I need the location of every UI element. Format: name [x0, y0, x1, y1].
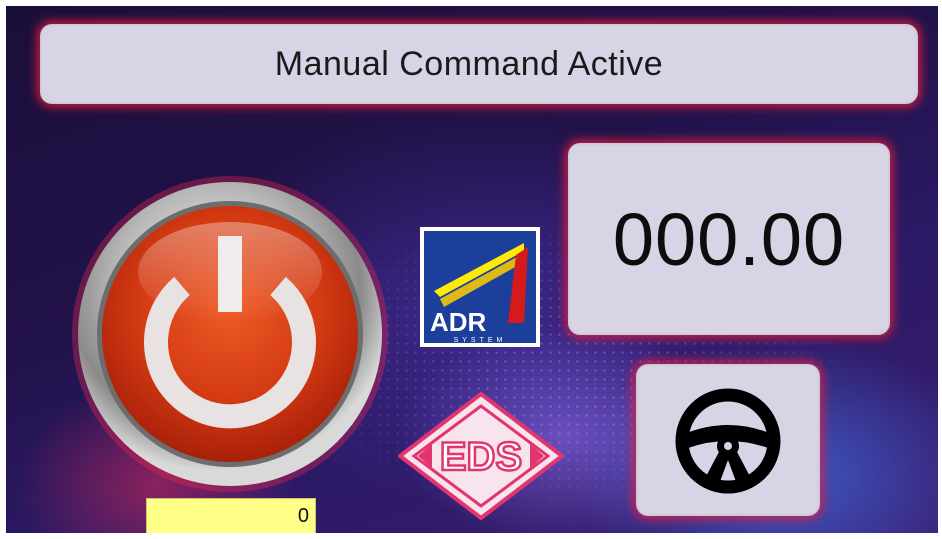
- value-readout: 000.00: [612, 197, 846, 281]
- title-bar: Manual Command Active: [40, 24, 918, 104]
- value-display: 000.00: [568, 143, 890, 335]
- screen: Manual Command Active ADR SYSTEM EDS 000…: [6, 6, 938, 533]
- counter-field: 0: [146, 498, 316, 533]
- steering-button[interactable]: [636, 364, 820, 516]
- page-title: Manual Command Active: [274, 44, 664, 83]
- power-icon: [72, 176, 388, 492]
- adr-logo: ADR SYSTEM: [420, 227, 540, 347]
- eds-logo-text: EDS: [440, 435, 522, 479]
- power-button[interactable]: [70, 174, 390, 494]
- eds-logo: EDS: [396, 391, 566, 521]
- steering-wheel-icon: [675, 388, 781, 494]
- adr-logo-subtitle: SYSTEM: [454, 337, 507, 344]
- adr-logo-text: ADR: [430, 307, 487, 337]
